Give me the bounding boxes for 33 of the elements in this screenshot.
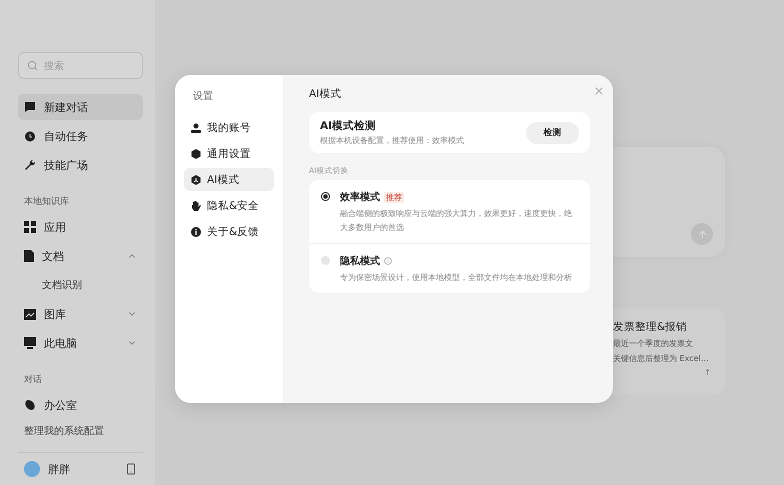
sidebar-item[interactable]: 应用 <box>18 214 143 240</box>
nav-item[interactable]: 关于&反馈 <box>184 220 274 243</box>
section-label: 对话 <box>24 374 43 386</box>
search-placeholder: 搜索 <box>44 60 64 72</box>
mode-description: 专为保密场景设计，使用本地模型，全部文件均在本地处理和分析 <box>340 272 573 284</box>
nav-title: 设置 <box>192 90 214 104</box>
arrow-icon: ↑ <box>704 368 711 377</box>
recommend-tag: 推荐 <box>384 192 404 202</box>
task-description: 最近一个季度的发票文 <box>613 338 694 349</box>
mode-name: 效率模式 <box>340 190 380 204</box>
sidebar-item[interactable]: 文档 <box>18 243 143 269</box>
task-description: 关键信息后整理为 Excel… <box>613 353 710 364</box>
detect-title: AI模式检测 <box>320 119 378 133</box>
sidebar-item[interactable]: 图库 <box>18 301 143 327</box>
nav-item[interactable]: 通用设置 <box>184 142 274 165</box>
detect-subtitle: 根据本机设备配置，推荐使用：效率模式 <box>320 135 464 146</box>
detect-button[interactable]: 检测 <box>526 122 579 144</box>
sidebar-item[interactable]: 此电脑 <box>18 330 143 356</box>
nav-item[interactable]: 隐私&安全 <box>184 194 274 217</box>
sidebar-item[interactable]: 自动任务 <box>18 123 143 149</box>
sidebar-item[interactable]: 新建对话 <box>18 94 143 120</box>
nav-item[interactable]: AI模式 <box>184 168 274 191</box>
nav-item[interactable]: 我的账号 <box>184 116 274 139</box>
task-title: 发票整理&报销 <box>613 320 688 334</box>
sidebar-subitem[interactable]: 文档识别 <box>18 272 143 298</box>
pane-title: AI模式 <box>309 87 342 101</box>
sidebar-item[interactable]: 技能广场 <box>18 152 143 178</box>
mode-name: 隐私模式 <box>340 254 380 268</box>
user-name: 胖胖 <box>48 462 71 476</box>
mode-description: 融合端侧的极致响应与云端的强大算力，效果更好，速度更快，绝大多数用户的首选 <box>340 208 573 234</box>
section-label: 本地知识库 <box>24 196 70 208</box>
history-item[interactable]: 整理我的系统配置 <box>18 425 143 438</box>
sidebar-item[interactable]: 办公室 <box>18 392 143 418</box>
